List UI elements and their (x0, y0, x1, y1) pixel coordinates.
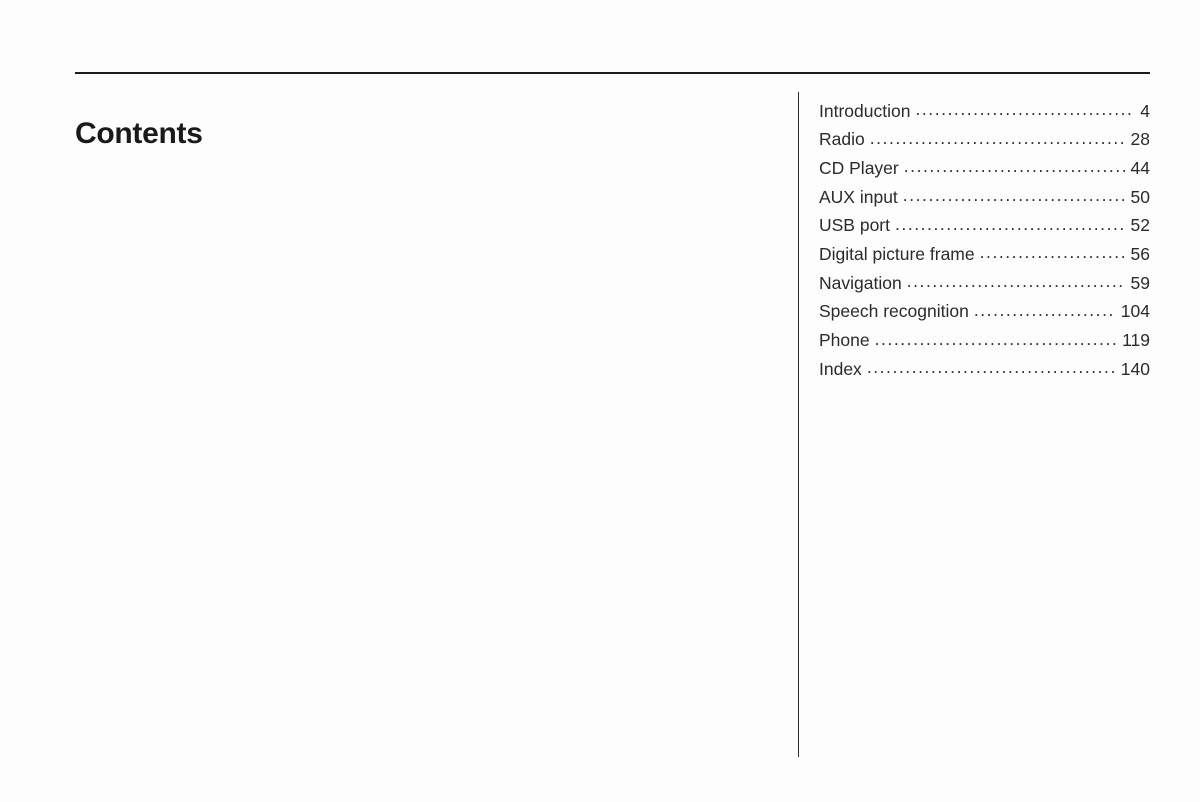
toc-entry[interactable]: USB port 52 (819, 214, 1150, 243)
toc-dot-leader (870, 128, 1125, 146)
toc-entry[interactable]: Index 140 (819, 357, 1150, 386)
toc-entry-page-number: 119 (1122, 330, 1150, 350)
toc-dot-leader (867, 357, 1115, 375)
toc-dot-leader (903, 185, 1125, 203)
toc-dot-leader (895, 214, 1125, 232)
document-page: Contents Introduction 4 Radio 28 CD Player 44… (0, 0, 1200, 802)
toc-entry-page-number: 4 (1140, 100, 1150, 121)
toc-entry-page-number: 44 (1130, 157, 1150, 178)
toc-entry[interactable]: Speech recognition 104 (819, 300, 1150, 329)
toc-entry-label: AUX input (819, 186, 898, 207)
toc-entry-label: Index (819, 358, 862, 379)
toc-entry[interactable]: Navigation 59 (819, 271, 1150, 300)
toc-entry-label: Navigation (819, 272, 902, 293)
toc-entry-label: Introduction (819, 100, 911, 121)
toc-entry-page-number: 140 (1120, 358, 1150, 379)
column-divider-rule (798, 92, 799, 757)
toc-entry-label: CD Player (819, 157, 899, 178)
page-title: Contents (75, 117, 203, 151)
toc-dot-leader (904, 156, 1125, 174)
toc-entry-label: Digital picture frame (819, 243, 975, 264)
toc-entry-page-number: 28 (1130, 129, 1150, 150)
toc-dot-leader (875, 329, 1116, 347)
table-of-contents: Introduction 4 Radio 28 CD Player 44 AUX input… (819, 99, 1150, 386)
toc-entry-page-number: 56 (1130, 243, 1150, 264)
toc-dot-leader (915, 99, 1134, 117)
toc-entry-label: Phone (819, 330, 870, 350)
toc-entry[interactable]: CD Player 44 (819, 156, 1150, 185)
toc-dot-leader (907, 271, 1125, 289)
toc-entry[interactable]: Phone 119 (819, 329, 1150, 358)
toc-entry[interactable]: Digital picture frame 56 (819, 242, 1150, 271)
toc-entry[interactable]: AUX input 50 (819, 185, 1150, 214)
toc-dot-leader (980, 242, 1125, 260)
header-divider-rule (75, 72, 1150, 74)
toc-entry-page-number: 104 (1120, 301, 1150, 322)
toc-entry-page-number: 50 (1130, 186, 1150, 207)
toc-entry-label: USB port (819, 215, 890, 236)
toc-entry-page-number: 59 (1130, 272, 1150, 293)
toc-dot-leader (974, 300, 1115, 318)
toc-entry[interactable]: Introduction 4 (819, 99, 1150, 128)
toc-entry-label: Speech recognition (819, 301, 969, 322)
toc-entry[interactable]: Radio 28 (819, 128, 1150, 157)
toc-entry-label: Radio (819, 129, 865, 150)
toc-entry-page-number: 52 (1130, 215, 1150, 236)
